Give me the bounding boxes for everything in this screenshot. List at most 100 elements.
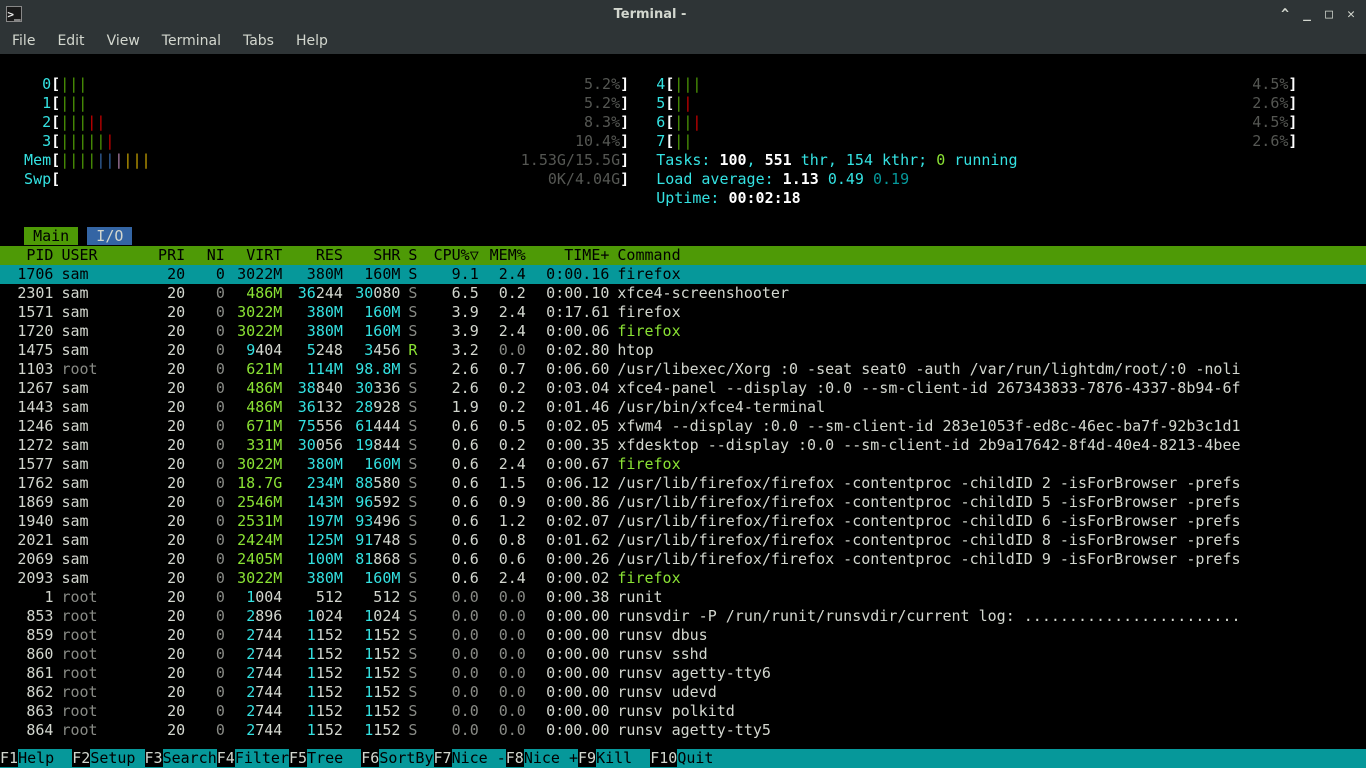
col-virt[interactable]: VIRT [229, 246, 286, 265]
window-up-icon[interactable]: ^ [1278, 7, 1292, 21]
tasks-count: 100 [719, 151, 746, 169]
table-row[interactable]: 1475sam200940452483456R3.20.00:02.80htop [0, 341, 1366, 360]
menu-file[interactable]: File [12, 33, 35, 49]
fkey-f8[interactable]: F8 [506, 749, 524, 767]
fkey-label-f4[interactable]: Filter [235, 749, 289, 767]
swp-row: Swp[ 0K/4.04G] Load average: 1.13 0.49 0… [6, 170, 1360, 189]
col-pid[interactable]: PID [0, 246, 57, 265]
fkey-f10[interactable]: F10 [650, 749, 677, 767]
footer-bar: F1Help F2Setup F3SearchF4FilterF5Tree F6… [0, 749, 1366, 768]
uptime-value: 00:02:18 [728, 189, 800, 207]
col-command[interactable]: Command [613, 246, 1366, 265]
fkey-label-f2[interactable]: Setup [90, 749, 144, 767]
col-mem[interactable]: MEM% [483, 246, 530, 265]
table-row[interactable]: 853root200289610241024S0.00.00:00.00runs… [0, 607, 1366, 626]
terminal-body[interactable]: 0[||| 5.2%] 4[||| 4.5%] 1[||| [0, 54, 1366, 740]
fkey-f6[interactable]: F6 [361, 749, 379, 767]
cpu-label-5: 5 [656, 94, 665, 112]
fkey-f3[interactable]: F3 [145, 749, 163, 767]
window-minimize-icon[interactable]: _ [1300, 7, 1314, 21]
cpu-label-3: 3 [6, 132, 51, 150]
window-titlebar: >_ Terminal - ^ _ □ ✕ [0, 0, 1366, 28]
table-row[interactable]: 1443sam200486M3613228928S1.90.20:01.46/u… [0, 398, 1366, 417]
fkey-label-f10[interactable]: Quit [677, 749, 713, 767]
fkey-label-f7[interactable]: Nice - [452, 749, 506, 767]
menu-terminal[interactable]: Terminal [162, 33, 221, 49]
cpu-label-1: 1 [6, 94, 51, 112]
fkey-f1[interactable]: F1 [0, 749, 18, 767]
window-maximize-icon[interactable]: □ [1322, 7, 1336, 21]
mem-label: Mem [6, 151, 51, 169]
fkey-f9[interactable]: F9 [578, 749, 596, 767]
table-row[interactable]: 863root200274411521152S0.00.00:00.00runs… [0, 702, 1366, 721]
cpu-meter-row-0: 0[||| 5.2%] 4[||| 4.5%] [6, 75, 1360, 94]
col-pri[interactable]: PRI [141, 246, 189, 265]
col-ni[interactable]: NI [189, 246, 229, 265]
fkey-label-f1[interactable]: Help [18, 749, 72, 767]
fkey-label-f5[interactable]: Tree [307, 749, 361, 767]
col-user[interactable]: USER [57, 246, 141, 265]
table-row[interactable]: 1706sam2003022M380M160MS9.12.40:00.16fir… [0, 265, 1366, 284]
cpu-label-4: 4 [656, 75, 665, 93]
table-row[interactable]: 2021sam2002424M125M91748S0.60.80:01.62/u… [0, 531, 1366, 550]
tasks-label: Tasks: [656, 151, 719, 169]
tab-main[interactable]: Main [24, 227, 78, 245]
table-row[interactable]: 1577sam2003022M380M160MS0.62.40:00.67fir… [0, 455, 1366, 474]
table-row[interactable]: 1720sam2003022M380M160MS3.92.40:00.06fir… [0, 322, 1366, 341]
table-row[interactable]: 1571sam2003022M380M160MS3.92.40:17.61fir… [0, 303, 1366, 322]
menu-help[interactable]: Help [296, 33, 328, 49]
menubar: File Edit View Terminal Tabs Help [0, 28, 1366, 54]
fkey-f2[interactable]: F2 [72, 749, 90, 767]
col-shr[interactable]: SHR [347, 246, 404, 265]
table-row[interactable]: 1267sam200486M3884030336S2.60.20:03.04xf… [0, 379, 1366, 398]
table-row[interactable]: 2093sam2003022M380M160MS0.62.40:00.02fir… [0, 569, 1366, 588]
cpu-pct-2: 8.3% [584, 113, 620, 131]
uptime-label: Uptime: [656, 189, 728, 207]
table-header[interactable]: PIDUSERPRINIVIRTRESSHRSCPU%▽MEM%TIME+Com… [0, 246, 1366, 265]
fkey-f7[interactable]: F7 [434, 749, 452, 767]
table-row[interactable]: 859root200274411521152S0.00.00:00.00runs… [0, 626, 1366, 645]
menu-tabs[interactable]: Tabs [243, 33, 274, 49]
col-s[interactable]: S [404, 246, 425, 265]
menu-view[interactable]: View [107, 33, 140, 49]
window-close-icon[interactable]: ✕ [1344, 7, 1358, 21]
table-row[interactable]: 862root200274411521152S0.00.00:00.00runs… [0, 683, 1366, 702]
uptime-row: Uptime: 00:02:18 [6, 189, 1360, 208]
cpu-meter-row-2: 2[||||| 8.3%] 6[||| 4.5%] [6, 113, 1360, 132]
load-15: 0.19 [873, 170, 909, 188]
swp-label: Swp [6, 170, 51, 188]
table-row[interactable]: 1root2001004512512S0.00.00:00.38runit [0, 588, 1366, 607]
table-row[interactable]: 1940sam2002531M197M93496S0.61.20:02.07/u… [0, 512, 1366, 531]
table-row[interactable]: 860root200274411521152S0.00.00:00.00runs… [0, 645, 1366, 664]
fkey-label-f8[interactable]: Nice + [524, 749, 578, 767]
cpu-pct-6: 4.5% [1252, 113, 1288, 131]
table-row[interactable]: 1272sam200331M3005619844S0.60.20:00.35xf… [0, 436, 1366, 455]
cpu-pct-3: 10.4% [575, 132, 620, 150]
process-table[interactable]: PIDUSERPRINIVIRTRESSHRSCPU%▽MEM%TIME+Com… [0, 246, 1366, 740]
fkey-label-f3[interactable]: Search [163, 749, 217, 767]
table-row[interactable]: 864root200274411521152S0.00.00:00.00runs… [0, 721, 1366, 740]
tab-io[interactable]: I/O [87, 227, 132, 245]
table-row[interactable]: 1103root200621M114M98.8MS2.60.70:06.60/u… [0, 360, 1366, 379]
menu-edit[interactable]: Edit [57, 33, 84, 49]
col-time[interactable]: TIME+ [530, 246, 614, 265]
cpu-label-7: 7 [656, 132, 665, 150]
threads-count: 551 [765, 151, 792, 169]
fkey-label-f6[interactable]: SortBy [379, 749, 433, 767]
running-count: 0 [936, 151, 945, 169]
table-row[interactable]: 1869sam2002546M143M96592S0.60.90:00.86/u… [0, 493, 1366, 512]
table-row[interactable]: 2069sam2002405M100M81868S0.60.60:00.26/u… [0, 550, 1366, 569]
cpu-label-2: 2 [6, 113, 51, 131]
load-1: 1.13 [783, 170, 828, 188]
col-res[interactable]: RES [286, 246, 347, 265]
table-row[interactable]: 1762sam20018.7G234M88580S0.61.50:06.12/u… [0, 474, 1366, 493]
col-cpu[interactable]: CPU%▽ [425, 246, 482, 265]
table-row[interactable]: 1246sam200671M7555661444S0.60.50:02.05xf… [0, 417, 1366, 436]
fkey-f5[interactable]: F5 [289, 749, 307, 767]
table-row[interactable]: 2301sam200486M3624430080S6.50.20:00.10xf… [0, 284, 1366, 303]
terminal-icon: >_ [6, 6, 22, 22]
fkey-f4[interactable]: F4 [217, 749, 235, 767]
fkey-label-f9[interactable]: Kill [596, 749, 650, 767]
table-row[interactable]: 861root200274411521152S0.00.00:00.00runs… [0, 664, 1366, 683]
cpu-pct-7: 2.6% [1252, 132, 1288, 150]
